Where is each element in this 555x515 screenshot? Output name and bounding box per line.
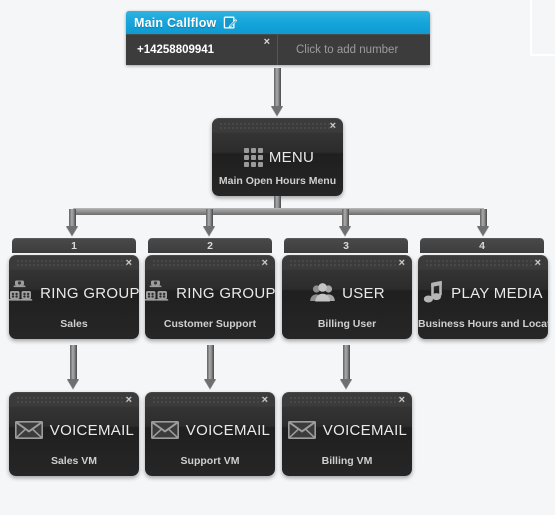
remove-number-button[interactable]: × xyxy=(264,37,270,48)
node-header: USER xyxy=(282,271,412,315)
node-drag-grip[interactable] xyxy=(152,259,268,268)
node-type-label: VOICEMAIL xyxy=(322,421,408,439)
branch-tab-2[interactable]: 2 xyxy=(148,238,272,253)
node-close-button[interactable]: × xyxy=(262,258,268,269)
main-callflow-card: Main Callflow +14258809941 × Click to ad… xyxy=(126,11,430,65)
node-play-media[interactable]: × PLAY MEDIA Business Hours and Location xyxy=(418,255,548,339)
connector-branch-bus xyxy=(73,208,484,215)
node-name-label: Billing VM xyxy=(321,455,373,467)
node-voicemail-support[interactable]: × VOICEMAIL Support VM xyxy=(145,392,275,476)
node-header: VOICEMAIL xyxy=(282,408,412,452)
branch-tab-4[interactable]: 4 xyxy=(420,238,544,253)
connector-bus-to-branch-3 xyxy=(339,209,352,236)
music-note-icon xyxy=(423,280,445,306)
node-drag-grip[interactable] xyxy=(16,259,132,268)
node-close-button[interactable]: × xyxy=(330,121,336,132)
node-header: VOICEMAIL xyxy=(145,408,275,452)
node-close-button[interactable]: × xyxy=(262,395,268,406)
node-type-label: MENU xyxy=(268,148,315,166)
node-close-button[interactable]: × xyxy=(535,258,541,269)
connector-billing-to-voicemail xyxy=(340,345,353,389)
connector-callflow-to-menu xyxy=(271,68,284,116)
node-type-label: USER xyxy=(342,284,385,302)
node-drag-grip[interactable] xyxy=(152,396,268,405)
envelope-icon xyxy=(14,419,44,441)
node-name-label: Sales xyxy=(60,318,88,330)
node-close-button[interactable]: × xyxy=(399,258,405,269)
branch-tab-1[interactable]: 1 xyxy=(12,238,136,253)
callflow-title-bar: Main Callflow xyxy=(126,11,430,34)
ring-group-phones-icon xyxy=(9,278,38,308)
panel-edge xyxy=(530,0,555,56)
node-header: VOICEMAIL xyxy=(9,408,139,452)
node-header: MENU xyxy=(212,136,343,178)
connector-sales-to-voicemail xyxy=(67,345,80,389)
node-drag-grip[interactable] xyxy=(425,259,541,268)
node-name-label: Support VM xyxy=(180,455,240,467)
node-type-label: VOICEMAIL xyxy=(185,421,271,439)
assigned-number: +14258809941 xyxy=(137,44,215,56)
node-header: PLAY MEDIA xyxy=(418,271,548,315)
envelope-icon xyxy=(287,419,317,441)
node-type-label: RING GROUP xyxy=(40,284,139,302)
node-drag-grip[interactable] xyxy=(219,122,336,131)
ring-group-phones-icon xyxy=(145,278,174,308)
node-ring-group-customer-support[interactable]: × RING GROUP Customer Support xyxy=(145,255,275,339)
node-drag-grip[interactable] xyxy=(289,396,405,405)
node-name-label: Sales VM xyxy=(50,455,98,467)
callflow-numbers-row: +14258809941 × Click to add number xyxy=(126,34,430,65)
connector-bus-to-branch-4 xyxy=(477,209,490,236)
node-menu[interactable]: × MENU Main Open Hours Menu xyxy=(212,118,343,196)
node-close-button[interactable]: × xyxy=(126,395,132,406)
connector-bus-to-branch-1 xyxy=(66,209,79,236)
envelope-icon xyxy=(150,419,180,441)
callflow-title: Main Callflow xyxy=(134,15,217,30)
node-name-label: Business Hours and Location xyxy=(418,318,548,330)
node-type-label: PLAY MEDIA xyxy=(451,284,543,302)
menu-grid-icon xyxy=(241,144,267,170)
add-number-cell[interactable]: Click to add number xyxy=(278,35,430,65)
node-name-label: Customer Support xyxy=(163,318,257,330)
edit-pencil-icon[interactable] xyxy=(223,15,238,30)
node-ring-group-sales[interactable]: × RING GROUP Sales xyxy=(9,255,139,339)
node-name-label: Billing User xyxy=(317,318,377,330)
assigned-number-cell[interactable]: +14258809941 × xyxy=(126,35,278,65)
node-drag-grip[interactable] xyxy=(16,396,132,405)
node-type-label: RING GROUP xyxy=(176,284,275,302)
user-people-icon xyxy=(309,281,337,305)
branch-tab-3[interactable]: 3 xyxy=(284,238,408,253)
node-voicemail-sales[interactable]: × VOICEMAIL Sales VM xyxy=(9,392,139,476)
node-name-label: Main Open Hours Menu xyxy=(218,175,337,187)
connector-bus-to-branch-2 xyxy=(203,209,216,236)
callflow-canvas: Main Callflow +14258809941 × Click to ad… xyxy=(0,0,555,515)
node-type-label: VOICEMAIL xyxy=(49,421,135,439)
node-voicemail-billing[interactable]: × VOICEMAIL Billing VM xyxy=(282,392,412,476)
node-drag-grip[interactable] xyxy=(289,259,405,268)
node-user-billing[interactable]: × USER Billing User xyxy=(282,255,412,339)
add-number-placeholder: Click to add number xyxy=(296,44,399,56)
node-header: RING GROUP xyxy=(9,271,139,315)
node-header: RING GROUP xyxy=(145,271,275,315)
connector-support-to-voicemail xyxy=(204,345,217,389)
node-close-button[interactable]: × xyxy=(126,258,132,269)
node-close-button[interactable]: × xyxy=(399,395,405,406)
